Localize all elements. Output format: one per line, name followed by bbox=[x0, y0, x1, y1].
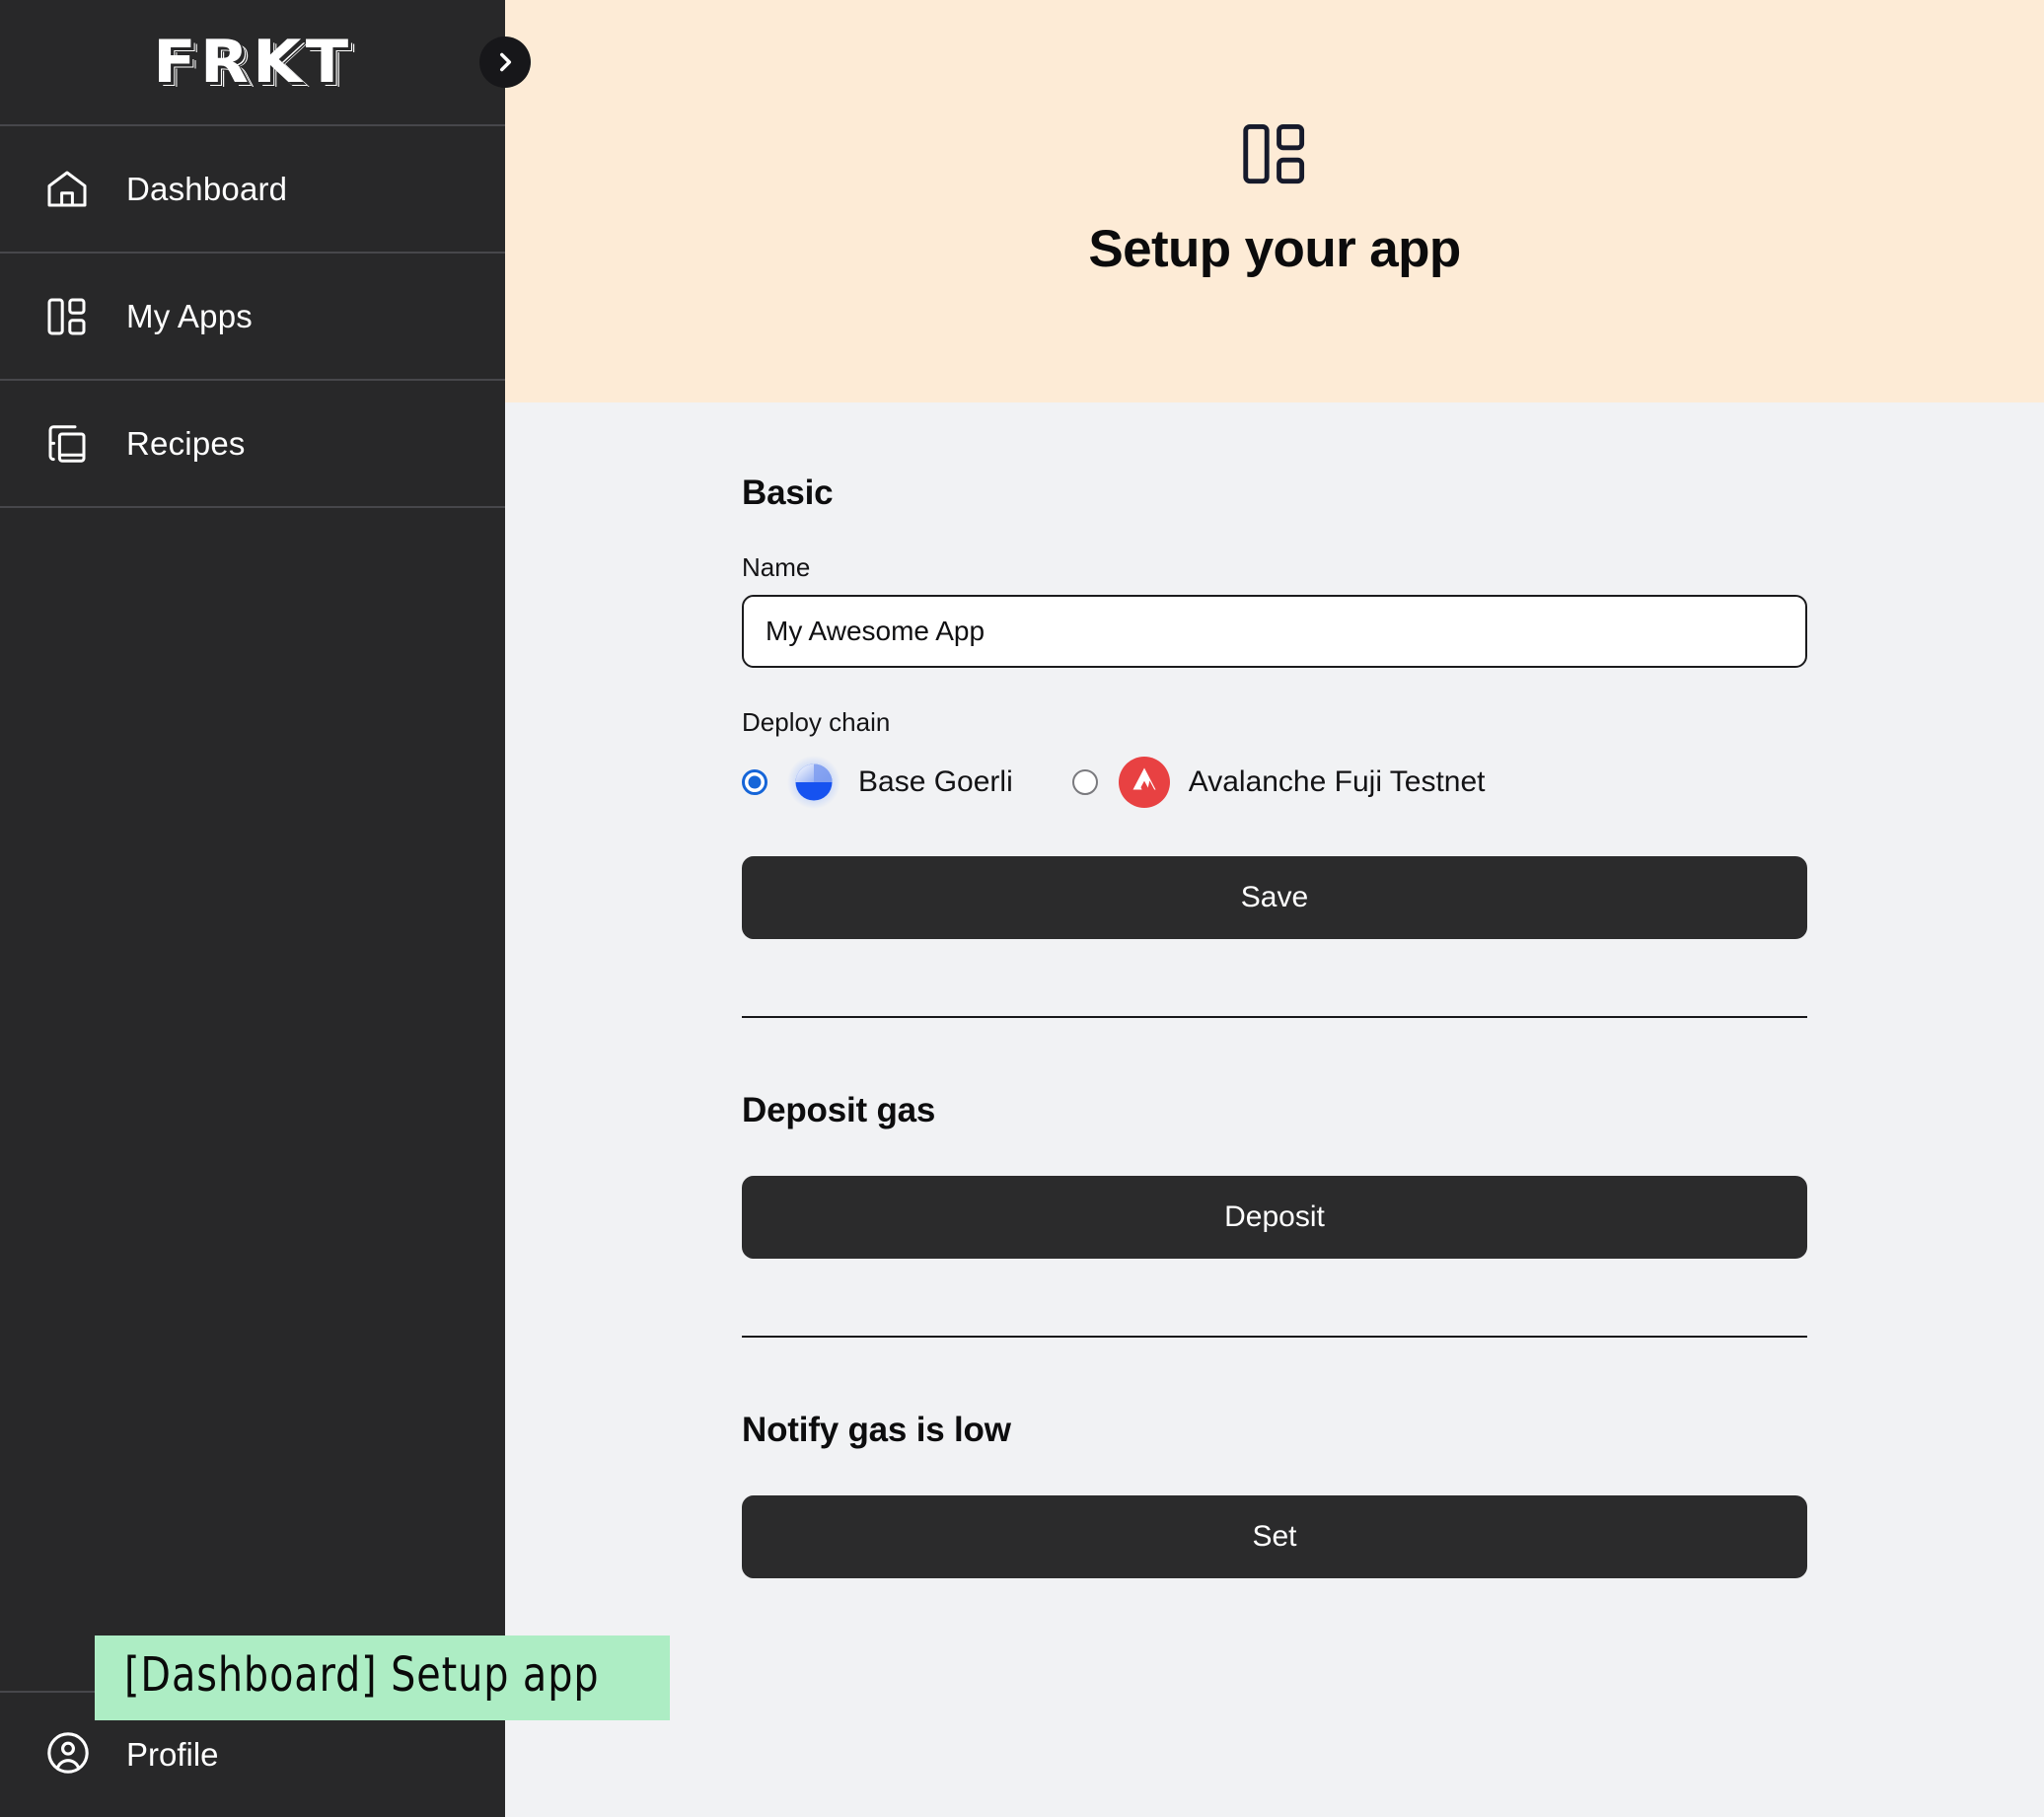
name-input[interactable] bbox=[742, 595, 1807, 668]
sidebar: FRKT Dashboard My Apps Recipes Profile bbox=[0, 0, 531, 1817]
base-chain-icon bbox=[787, 756, 840, 809]
deploy-chain-label: Deploy chain bbox=[742, 707, 891, 737]
chain-radio-base-goerli[interactable] bbox=[742, 769, 767, 795]
layout-dashboard-icon bbox=[1236, 115, 1313, 197]
sidebar-item-dashboard[interactable]: Dashboard bbox=[0, 124, 505, 252]
sidebar-item-label: Recipes bbox=[126, 424, 246, 462]
sidebar-item-my-apps[interactable]: My Apps bbox=[0, 252, 505, 379]
chevron-right-icon bbox=[492, 49, 518, 75]
section-title-deposit-gas: Deposit gas bbox=[742, 1091, 936, 1129]
deploy-chain-options: Base Goerli Avalanche Fuji Testnet bbox=[742, 752, 1807, 813]
layout-dashboard-icon bbox=[43, 293, 99, 340]
home-icon bbox=[43, 166, 99, 213]
main-content: Setup your app Basic Name Deploy chain bbox=[505, 0, 2044, 1817]
brand-row: FRKT bbox=[0, 0, 531, 124]
sidebar-collapse-toggle[interactable] bbox=[479, 36, 531, 88]
sidebar-item-recipes[interactable]: Recipes bbox=[0, 379, 505, 506]
settings-form: Basic Name Deploy chain bbox=[505, 402, 2044, 1578]
sidebar-item-profile[interactable]: Profile bbox=[0, 1691, 505, 1817]
sidebar-item-label: Dashboard bbox=[126, 170, 288, 207]
page-header: Setup your app bbox=[505, 0, 2044, 402]
section-title-basic: Basic bbox=[742, 473, 834, 512]
chain-label: Avalanche Fuji Testnet bbox=[1188, 765, 1486, 798]
books-copy-icon bbox=[43, 420, 99, 468]
field-name: Name bbox=[742, 552, 1807, 668]
chain-radio-avalanche-fuji[interactable] bbox=[1071, 769, 1098, 795]
section-notify-gas-low: Notify gas is low Set bbox=[742, 1338, 1807, 1578]
section-deposit-gas: Deposit gas Deposit bbox=[742, 1018, 1807, 1259]
sidebar-spacer bbox=[0, 506, 505, 1691]
avalanche-chain-icon bbox=[1118, 756, 1171, 809]
set-button[interactable]: Set bbox=[742, 1495, 1807, 1578]
name-label: Name bbox=[742, 552, 811, 582]
chain-option-base-goerli[interactable]: Base Goerli bbox=[742, 756, 1013, 809]
sidebar-item-label: My Apps bbox=[126, 297, 253, 334]
section-title-notify-gas-low: Notify gas is low bbox=[742, 1411, 1011, 1449]
section-basic: Basic Name Deploy chain bbox=[742, 402, 1807, 939]
app-root: FRKT Dashboard My Apps Recipes Profile S… bbox=[0, 0, 2044, 1817]
user-circle-icon bbox=[43, 1728, 99, 1782]
field-deploy-chain: Deploy chain Base Goerli Avalanche Fuji … bbox=[742, 707, 1807, 813]
brand-logo[interactable]: FRKT bbox=[153, 28, 352, 97]
chain-option-avalanche-fuji[interactable]: Avalanche Fuji Testnet bbox=[1071, 756, 1486, 809]
deposit-button[interactable]: Deposit bbox=[742, 1176, 1807, 1259]
chain-label: Base Goerli bbox=[858, 765, 1013, 798]
page-title: Setup your app bbox=[1088, 220, 1461, 278]
save-button[interactable]: Save bbox=[742, 856, 1807, 939]
sidebar-item-label: Profile bbox=[126, 1736, 219, 1773]
